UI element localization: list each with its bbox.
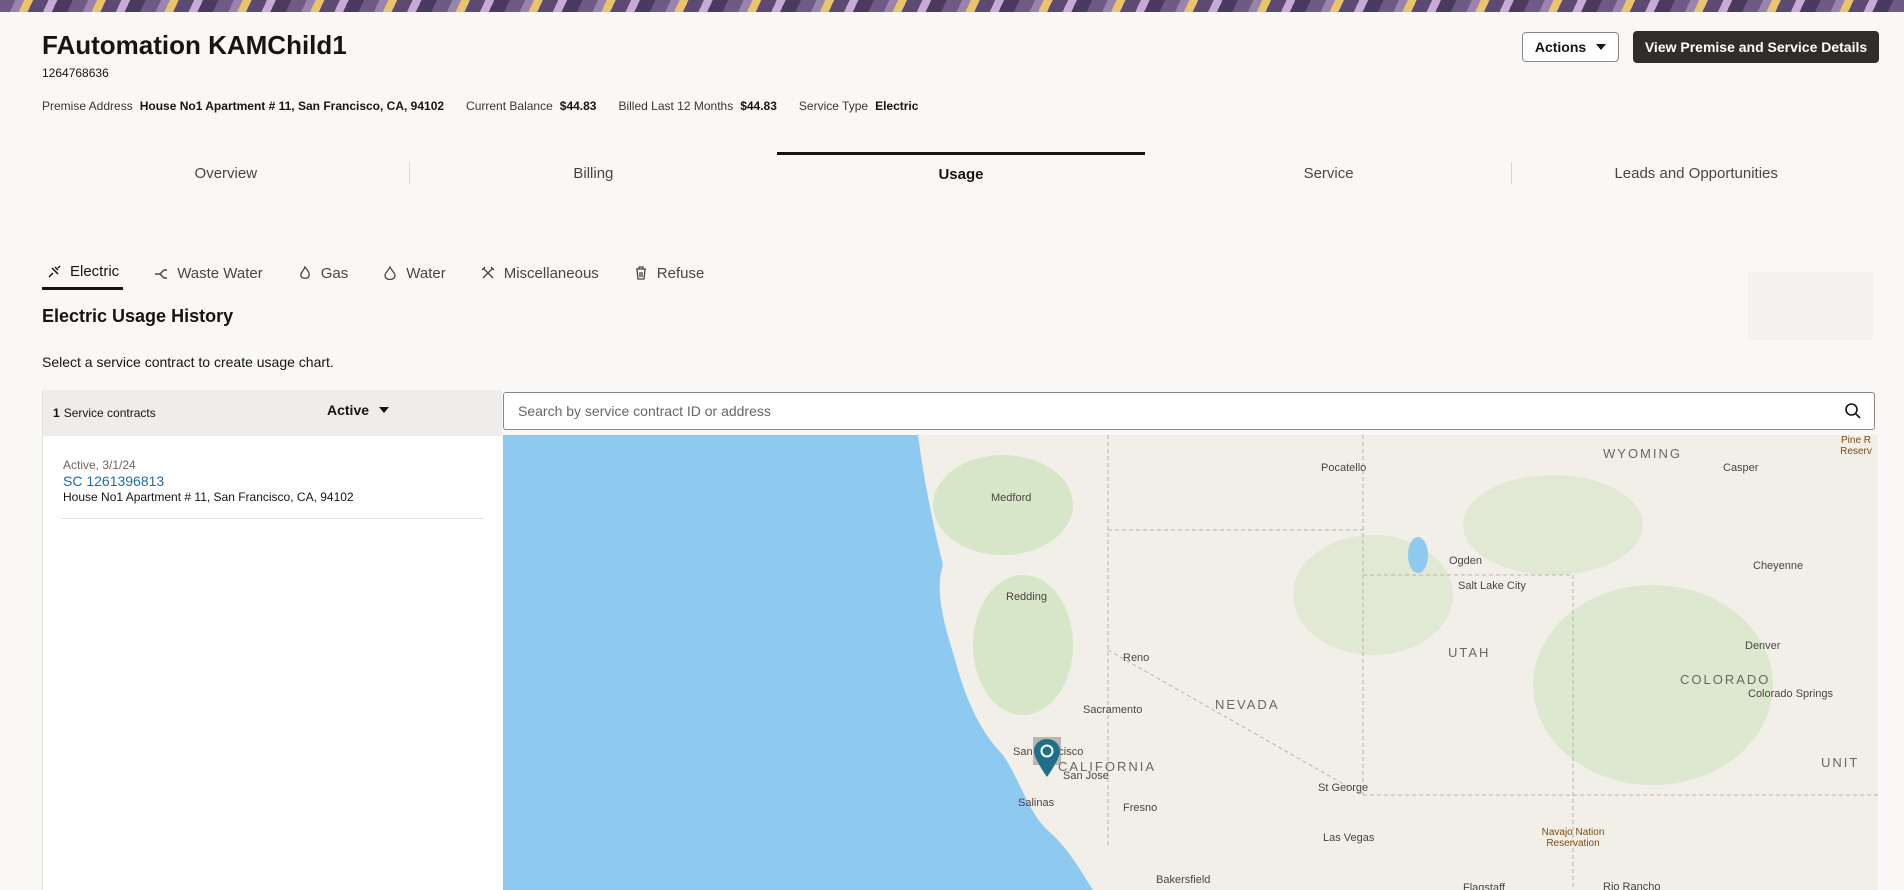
map-label-salinas: Salinas <box>1018 797 1055 809</box>
contracts-count-label: Service contracts <box>63 406 156 420</box>
map-base <box>503 435 1878 890</box>
billed-last-12-label: Billed Last 12 Months <box>618 99 734 113</box>
tab-billing-label: Billing <box>573 164 614 182</box>
actions-button[interactable]: Actions <box>1522 32 1619 62</box>
decorative-banner <box>0 0 1904 12</box>
waste-water-icon <box>155 269 168 279</box>
current-balance-value: $44.83 <box>559 99 597 113</box>
park-area <box>1463 475 1643 575</box>
tools-icon <box>481 266 495 279</box>
service-type-tabs: Electric Waste Water Gas Water Miscellan… <box>42 256 734 290</box>
instruction-text: Select a service contract to create usag… <box>42 354 334 370</box>
service-contracts-panel: 1 Service contracts Active Active, 3/1/2… <box>42 390 502 890</box>
view-premise-details-button[interactable]: View Premise and Service Details <box>1633 31 1879 63</box>
contracts-count: 1 <box>53 406 60 420</box>
contract-id-link[interactable]: SC 1261396813 <box>63 473 482 489</box>
subtab-water[interactable]: Water <box>378 256 449 290</box>
current-balance-label: Current Balance <box>466 99 553 113</box>
electric-plug-icon <box>48 264 61 278</box>
section-title: Electric Usage History <box>42 306 234 326</box>
status-filter-dropdown[interactable]: Active <box>327 402 390 418</box>
subtab-refuse-label: Refuse <box>656 264 705 282</box>
contract-address: House No1 Apartment # 11, San Francisco,… <box>63 490 354 504</box>
park-area <box>1293 535 1453 655</box>
map-label-flagstaff: Flagstaff <box>1463 882 1505 890</box>
tab-service[interactable]: Service <box>1145 152 1513 194</box>
map-label-bakersfield: Bakersfield <box>1156 874 1211 886</box>
park-area <box>933 455 1073 555</box>
list-item[interactable]: Active, 3/1/24 SC 1261396813 House No1 A… <box>61 436 484 519</box>
map-label-rio-rancho: Rio Rancho <box>1603 881 1661 890</box>
map-label-denver: Denver <box>1745 640 1781 652</box>
main-tabs: Overview Billing Usage Service Leads and… <box>42 152 1880 194</box>
search-input[interactable]: Search by service contract ID or address <box>503 392 1875 430</box>
placeholder-panel <box>1748 272 1873 340</box>
map-label-nevada: NEVADA <box>1215 697 1280 712</box>
map-label-las-vegas: Las Vegas <box>1323 832 1375 844</box>
subtab-refuse[interactable]: Refuse <box>629 256 709 290</box>
contracts-header: 1 Service contracts Active <box>43 390 502 436</box>
location-pin-icon[interactable] <box>1031 737 1063 781</box>
map-label-colorado-springs: Colorado Springs <box>1748 688 1833 700</box>
map-label-sacramento: Sacramento <box>1083 704 1143 716</box>
map-label-colorado: COLORADO <box>1680 672 1771 687</box>
map-label-navajo: Navajo Nation Reservation <box>1541 827 1605 849</box>
map-label-cheyenne: Cheyenne <box>1753 560 1804 572</box>
map-label-casper: Casper <box>1723 462 1759 474</box>
map-label-utah: UTAH <box>1448 645 1491 660</box>
subtab-electric-label: Electric <box>70 263 120 280</box>
map-label-st-george: St George <box>1318 782 1369 794</box>
map-label-reno: Reno <box>1123 652 1150 664</box>
premise-address-label: Premise Address <box>42 99 133 113</box>
subtab-gas-label: Gas <box>320 264 349 282</box>
map-label-redding: Redding <box>1006 591 1047 603</box>
search-icon[interactable] <box>1844 402 1862 420</box>
trash-icon <box>635 266 646 280</box>
map-label-salt-lake-city: Salt Lake City <box>1458 580 1526 592</box>
account-id: 1264768636 <box>42 66 109 80</box>
map-label-pine-ridge: Pine R Reserv <box>1840 435 1872 457</box>
tab-billing[interactable]: Billing <box>410 152 778 194</box>
subtab-electric[interactable]: Electric <box>42 256 124 290</box>
tab-usage[interactable]: Usage <box>777 152 1145 194</box>
service-type-value: Electric <box>875 99 919 113</box>
search-placeholder: Search by service contract ID or address <box>518 403 771 419</box>
billed-last-12-value: $44.83 <box>740 99 777 113</box>
tab-overview[interactable]: Overview <box>42 152 410 194</box>
tab-leads-label: Leads and Opportunities <box>1614 164 1778 182</box>
map-label-ogden: Ogden <box>1449 555 1483 567</box>
tab-overview-label: Overview <box>194 164 258 182</box>
subtab-miscellaneous-label: Miscellaneous <box>503 264 599 282</box>
account-summary: Premise Address House No1 Apartment # 11,… <box>42 99 918 113</box>
map-label-medford: Medford <box>991 492 1032 504</box>
tab-leads[interactable]: Leads and Opportunities <box>1512 152 1880 194</box>
map-label-pocatello: Pocatello <box>1321 462 1367 474</box>
actions-label: Actions <box>1534 39 1587 55</box>
subtab-gas[interactable]: Gas <box>293 256 353 290</box>
map-view[interactable]: Medford Redding Reno Sacramento San Fran… <box>503 435 1878 890</box>
status-filter-value: Active <box>327 402 370 418</box>
gas-flame-icon <box>299 265 310 279</box>
subtab-waste-water[interactable]: Waste Water <box>149 256 267 290</box>
tab-usage-label: Usage <box>938 166 984 183</box>
service-type-label: Service Type <box>798 99 869 113</box>
subtab-miscellaneous[interactable]: Miscellaneous <box>476 256 603 290</box>
premise-address-value: House No1 Apartment # 11, San Francisco,… <box>139 99 445 113</box>
lake <box>1408 537 1428 573</box>
tab-service-label: Service <box>1303 164 1354 182</box>
subtab-water-label: Water <box>406 264 446 282</box>
contract-status: Active, 3/1/24 <box>63 458 136 472</box>
caret-down-icon <box>379 407 390 413</box>
subtab-waste-water-label: Waste Water <box>177 264 263 282</box>
map-label-fresno: Fresno <box>1123 802 1158 814</box>
water-drop-icon <box>384 265 396 281</box>
map-label-san-jose: San Jose <box>1063 770 1109 782</box>
map-label-united-states: UNIT <box>1821 755 1860 770</box>
map-label-wyoming: WYOMING <box>1603 446 1682 461</box>
page-title: FAutomation KAMChild1 <box>42 30 347 60</box>
caret-down-icon <box>1596 44 1607 50</box>
